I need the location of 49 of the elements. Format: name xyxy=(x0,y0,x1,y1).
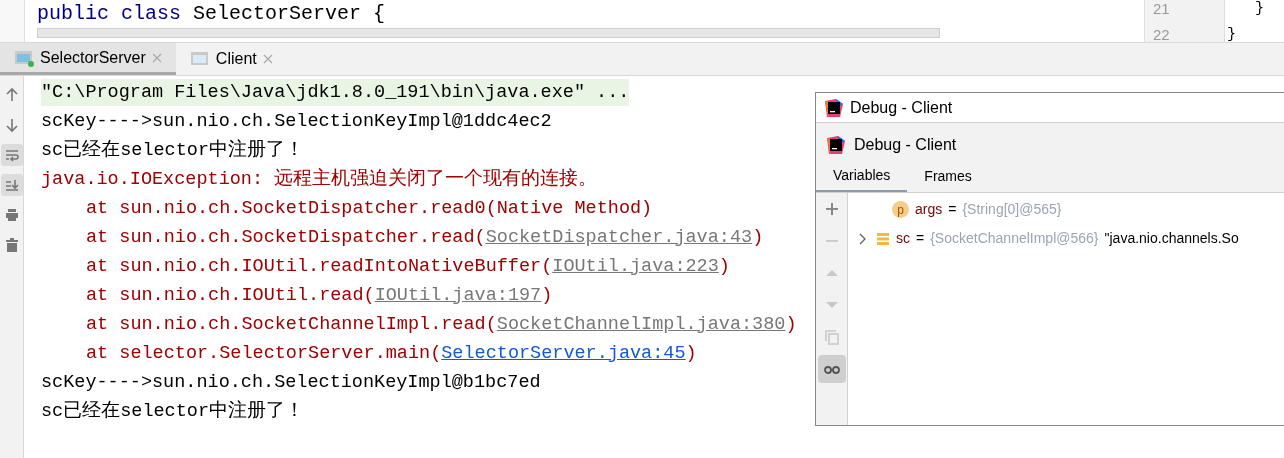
source-link[interactable]: SocketDispatcher.java:43 xyxy=(485,226,753,248)
source-link[interactable]: IOUtil.java:223 xyxy=(552,255,719,277)
console-line: at selector.SelectorServer.main(SelectorServer.java:45) xyxy=(86,341,697,366)
variable-name: sc xyxy=(896,229,910,248)
tab-label: SelectorServer xyxy=(40,47,146,68)
equals-sign: = xyxy=(948,200,957,219)
code-line: } xyxy=(1226,25,1237,45)
variable-string: "java.nio.channels.So xyxy=(1104,229,1239,248)
console-line: at sun.nio.ch.IOUtil.readIntoNativeBuffer(IOUtil.java:223) xyxy=(86,254,730,279)
console-line: at sun.nio.ch.IOUtil.read(IOUtil.java:197) xyxy=(86,283,553,308)
soft-wrap-icon[interactable] xyxy=(0,144,23,166)
scroll-to-end-icon[interactable] xyxy=(0,174,23,196)
horizontal-scrollbar[interactable] xyxy=(37,28,940,38)
source-link[interactable]: IOUtil.java:197 xyxy=(374,284,542,306)
console-window-icon xyxy=(189,50,210,68)
close-icon[interactable] xyxy=(262,54,273,64)
console-line: java.io.IOException: 远程主机强迫关闭了一个现有的连接。 xyxy=(41,167,598,192)
variable-row[interactable]: p args = {String[0]@565} xyxy=(848,195,1284,224)
app-logo-icon xyxy=(826,135,846,155)
console-line: scKey---->sun.nio.ch.SelectionKeyImpl@b1bc7ed xyxy=(41,370,541,395)
window-title: Debug - Client xyxy=(850,97,953,118)
panel-title: Debug - Client xyxy=(854,135,957,155)
console-window-icon xyxy=(14,48,34,67)
console-line: sc已经在selector中注册了！ xyxy=(41,138,305,163)
variable-name: args xyxy=(915,200,943,219)
source-link[interactable]: SelectorServer.java:45 xyxy=(441,342,686,364)
console-line: sc已经在selector中注册了！ xyxy=(41,399,305,424)
glasses-icon[interactable] xyxy=(817,355,846,383)
line-number: 21 xyxy=(1153,0,1170,19)
debug-tab[interactable]: Frames xyxy=(907,160,989,192)
run-tab[interactable]: Client xyxy=(175,43,287,75)
console-line: scKey---->sun.nio.ch.SelectionKeyImpl@1ddc4ec2 xyxy=(41,109,552,134)
variable-value: {SocketChannelImpl@566} xyxy=(930,229,1099,248)
variable-row[interactable]: sc = {SocketChannelImpl@566} "java.nio.channels.So xyxy=(848,224,1284,253)
run-tab[interactable]: SelectorServer xyxy=(0,43,176,75)
parameter-badge: p xyxy=(892,201,909,218)
tab-label: Client xyxy=(215,49,257,69)
code-line: } xyxy=(1254,0,1265,19)
console-line: at sun.nio.ch.SocketChannelImpl.read(SocketChannelImpl.java:380) xyxy=(86,312,797,337)
console-line: at sun.nio.ch.SocketDispatcher.read0(Native Method) xyxy=(86,196,653,221)
close-icon[interactable] xyxy=(151,52,162,63)
field-icon xyxy=(876,231,890,246)
console-line: at sun.nio.ch.SocketDispatcher.read(SocketDispatcher.java:43) xyxy=(86,225,764,250)
source-link[interactable]: SocketChannelImpl.java:380 xyxy=(496,313,786,335)
line-number: 22 xyxy=(1153,25,1170,45)
app-logo-icon xyxy=(824,97,844,118)
equals-sign: = xyxy=(916,229,925,248)
code-line: public class SelectorServer { xyxy=(37,1,387,27)
variable-value: {String[0]@565} xyxy=(962,200,1062,219)
